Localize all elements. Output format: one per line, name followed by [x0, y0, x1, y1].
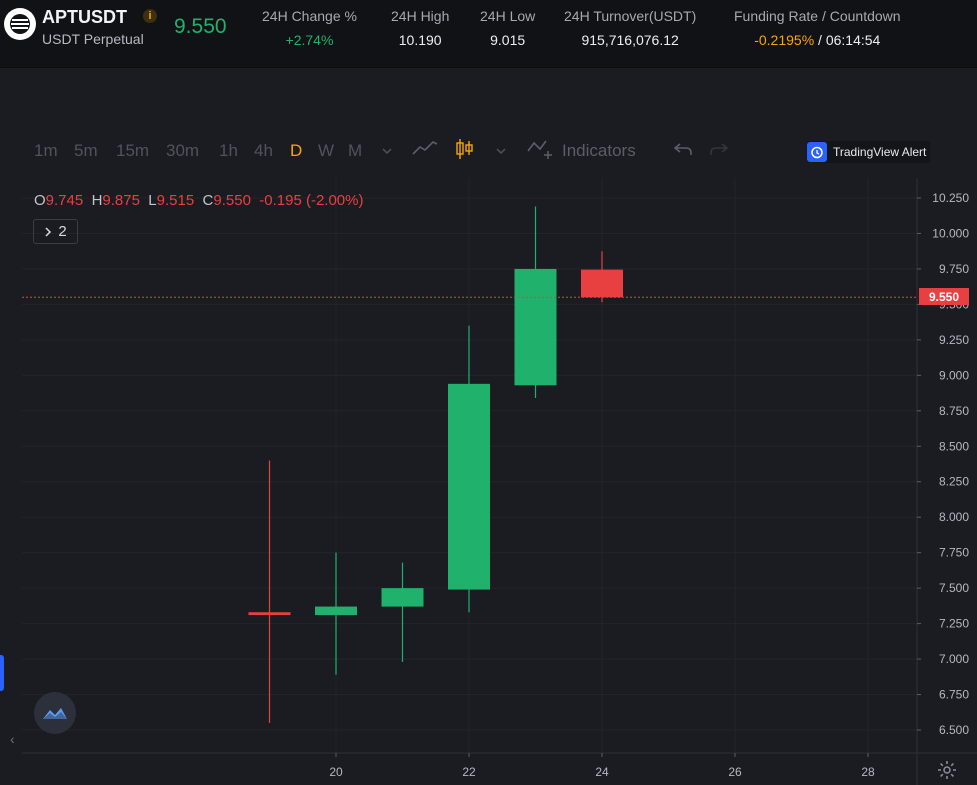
indicator-collapse-button[interactable]: 2 [33, 219, 78, 244]
candle-body[interactable] [381, 588, 424, 607]
stat-label: 24H Change % [262, 8, 357, 24]
interval-15m[interactable]: 15m [116, 141, 149, 161]
candlestick-type-icon[interactable] [455, 137, 475, 166]
interval-1h[interactable]: 1h [219, 141, 238, 161]
last-price: 9.550 [174, 15, 227, 38]
price-tick-label: 9.750 [939, 262, 969, 276]
funding-separator: / [814, 32, 826, 48]
close-label: C [202, 192, 214, 209]
candle-body[interactable] [248, 612, 291, 616]
change-value: -0.195 (-2.00%) [259, 192, 364, 209]
contract-type: USDT Perpetual [42, 31, 144, 47]
price-tick-label: 8.250 [939, 475, 969, 489]
price-tick-label: 8.000 [939, 510, 969, 524]
open-value: 9.745 [45, 192, 84, 209]
tradingview-alert-button[interactable]: TradingView Alert [807, 141, 931, 163]
interval-m[interactable]: M [348, 141, 362, 161]
interval-dropdown-chevron-icon[interactable] [381, 142, 393, 162]
high-value: 9.875 [102, 192, 140, 209]
price-tick-label: 8.500 [939, 439, 969, 453]
time-tick-label: 20 [329, 765, 343, 779]
price-tick-label: 9.000 [939, 368, 969, 382]
price-chart[interactable]: 10.25010.0009.7509.5009.2509.0008.7508.5… [0, 178, 977, 785]
line-chart-icon[interactable] [411, 138, 439, 163]
current-price-tag: 9.550 [919, 288, 969, 305]
stat-value: -0.2195% / 06:14:54 [734, 32, 901, 48]
chevron-right-icon [45, 226, 52, 237]
candle-body[interactable] [514, 268, 557, 386]
stat-label: 24H Turnover(USDT) [564, 8, 697, 24]
scroll-left-chevron-icon[interactable]: ‹ [10, 731, 15, 747]
tradingview-logo-icon[interactable] [34, 692, 76, 734]
stat-label: 24H Low [480, 8, 536, 24]
price-tick-label: 7.750 [939, 546, 969, 560]
chart-type-chevron-icon[interactable] [495, 142, 507, 162]
drawing-panel-tab[interactable] [0, 655, 4, 691]
price-tick-label: 8.750 [939, 404, 969, 418]
stat-value: +2.74% [285, 32, 334, 48]
stat-value: 9.015 [490, 32, 526, 48]
ohlc-legend: O9.745 H9.875 L9.515 C9.550 -0.195 (-2.0… [34, 192, 363, 209]
close-value: 9.550 [213, 192, 251, 209]
low-label: L [148, 192, 157, 209]
price-tick-label: 6.750 [939, 688, 969, 702]
interval-d[interactable]: D [290, 141, 302, 161]
funding-rate-value: -0.2195% [754, 32, 815, 48]
interval-1m[interactable]: 1m [34, 141, 58, 161]
ticker-header: APTUSDT i USDT Perpetual 9.550 24H Chang… [0, 0, 977, 68]
time-tick-label: 26 [728, 765, 742, 779]
candle-body[interactable] [581, 269, 623, 298]
time-tick-label: 24 [595, 765, 609, 779]
time-tick-label: 28 [861, 765, 875, 779]
interval-w[interactable]: W [318, 141, 334, 161]
candle-body[interactable] [448, 383, 490, 590]
stat-24h-low: 24H Low 9.015 [480, 8, 535, 48]
redo-icon[interactable] [708, 140, 730, 163]
price-tick-label: 7.250 [939, 617, 969, 631]
interval-5m[interactable]: 5m [74, 141, 98, 161]
price-tick-label: 7.000 [939, 652, 969, 666]
time-tick-label: 22 [462, 765, 476, 779]
indicators-button[interactable]: Indicators [562, 141, 636, 161]
stat-24h-high: 24H High 10.190 [391, 8, 449, 48]
alarm-clock-icon [807, 142, 827, 162]
interval-4h[interactable]: 4h [254, 141, 273, 161]
open-label: O [34, 192, 46, 209]
low-value: 9.515 [156, 192, 195, 209]
symbol-name[interactable]: APTUSDT [42, 7, 127, 28]
stat-24h-change: 24H Change % +2.74% [262, 8, 357, 48]
price-tick-label: 9.250 [939, 333, 969, 347]
price-tick-label: 6.500 [939, 723, 969, 737]
high-label: H [91, 192, 103, 209]
stat-label: 24H High [391, 8, 450, 24]
candle-body[interactable] [315, 606, 357, 616]
stat-value: 10.190 [398, 32, 442, 48]
chart-settings-gear-icon[interactable] [937, 760, 957, 785]
undo-icon[interactable] [672, 140, 694, 163]
price-tick-label: 10.000 [932, 226, 969, 240]
stat-label: Funding Rate / Countdown [734, 8, 901, 24]
funding-countdown: 06:14:54 [825, 32, 881, 48]
aptos-logo-icon [4, 8, 36, 40]
stat-value: 915,716,076.12 [581, 32, 679, 48]
stat-24h-turnover: 24H Turnover(USDT) 915,716,076.12 [564, 8, 696, 48]
tradingview-alert-label: TradingView Alert [833, 145, 927, 159]
price-tick-label: 7.500 [939, 581, 969, 595]
interval-30m[interactable]: 30m [166, 141, 199, 161]
price-tick-label: 10.250 [932, 191, 969, 205]
indicators-icon[interactable] [526, 137, 556, 166]
info-icon[interactable]: i [143, 9, 157, 23]
collapse-count: 2 [58, 223, 67, 240]
stat-funding-rate: Funding Rate / Countdown -0.2195% / 06:1… [734, 8, 901, 48]
